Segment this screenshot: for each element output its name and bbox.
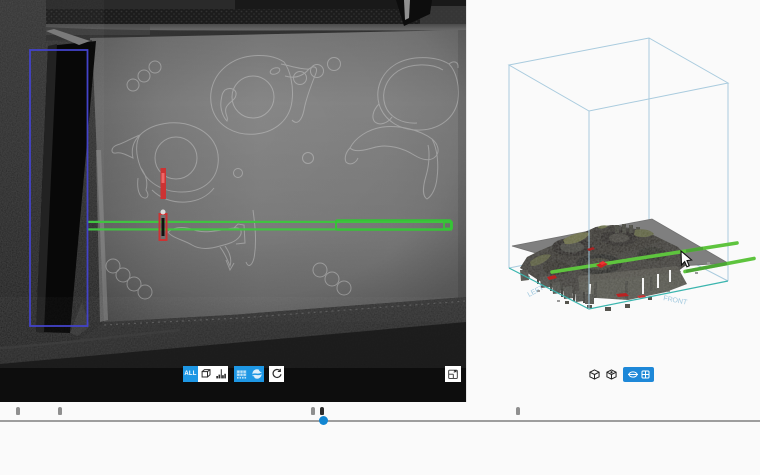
svg-text:FRONT: FRONT <box>663 295 689 307</box>
